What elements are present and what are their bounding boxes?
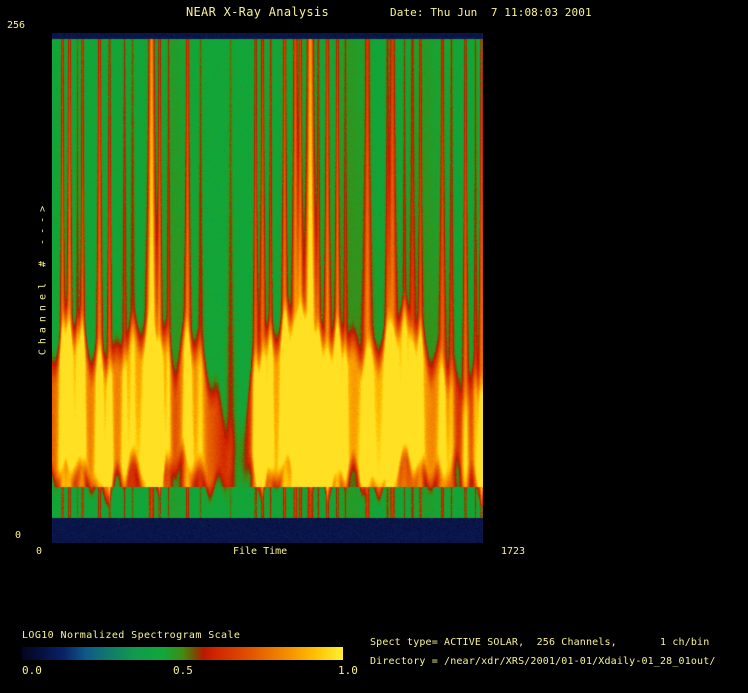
directory-text: Directory = /near/xdr/XRS/2001/01-01/Xda… [370,656,716,667]
colorbar-gradient [22,647,343,660]
x-axis-max-label: 1723 [501,546,526,557]
x-axis-min-label: 0 [36,546,43,557]
header-date: Date: Thu Jun 7 11:08:03 2001 [390,6,592,19]
y-axis-max-label: 256 [7,20,26,31]
spectrogram-canvas [52,33,483,543]
y-axis-title: Channel # ---> [37,200,49,356]
colorbar-title: LOG10 Normalized Spectrogram Scale [22,630,241,641]
x-axis-title: File Time [233,546,288,557]
colorbar-tick-min: 0.0 [22,664,42,677]
near-xray-window: NEAR X-Ray Analysis Date: Thu Jun 7 11:0… [0,0,748,693]
y-axis-min-label: 0 [15,530,22,541]
colorbar-tick-max: 1.0 [338,664,358,677]
page-title: NEAR X-Ray Analysis [186,5,329,19]
colorbar-tick-mid: 0.5 [173,664,193,677]
spect-type-text: Spect type= ACTIVE SOLAR, 256 Channels, … [370,637,710,648]
